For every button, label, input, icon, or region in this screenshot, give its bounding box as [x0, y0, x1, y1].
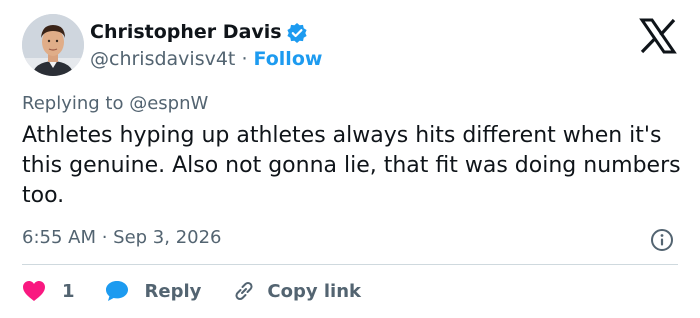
author-name[interactable]: Christopher Davis	[90, 21, 282, 43]
x-logo-icon[interactable]	[638, 18, 678, 54]
heart-icon	[22, 280, 46, 302]
avatar[interactable]	[22, 14, 84, 76]
info-icon[interactable]	[650, 228, 674, 252]
copy-link-label: Copy link	[267, 280, 361, 302]
divider	[22, 264, 678, 265]
separator-dot: ·	[241, 48, 254, 70]
follow-button[interactable]: Follow	[254, 48, 323, 70]
reply-button[interactable]: Reply	[105, 280, 232, 302]
replying-to[interactable]: Replying to @espnW	[22, 93, 208, 114]
reply-label: Reply	[144, 280, 202, 302]
tweet-body: Athletes hyping up athletes always hits …	[22, 123, 681, 208]
copy-link-button[interactable]: Copy link	[231, 279, 361, 303]
link-icon	[231, 279, 257, 303]
tweet-timestamp[interactable]: 6:55 AM · Sep 3, 2026	[22, 227, 222, 248]
verified-badge-icon	[286, 22, 308, 44]
action-bar: 1 Reply Copy link	[22, 276, 361, 306]
speech-bubble-icon	[105, 280, 129, 302]
like-button[interactable]: 1	[22, 280, 105, 302]
author-handle[interactable]: @chrisdavisv4t	[90, 48, 235, 70]
like-count: 1	[62, 280, 75, 302]
handle-row: @chrisdavisv4t · Follow	[90, 48, 322, 70]
